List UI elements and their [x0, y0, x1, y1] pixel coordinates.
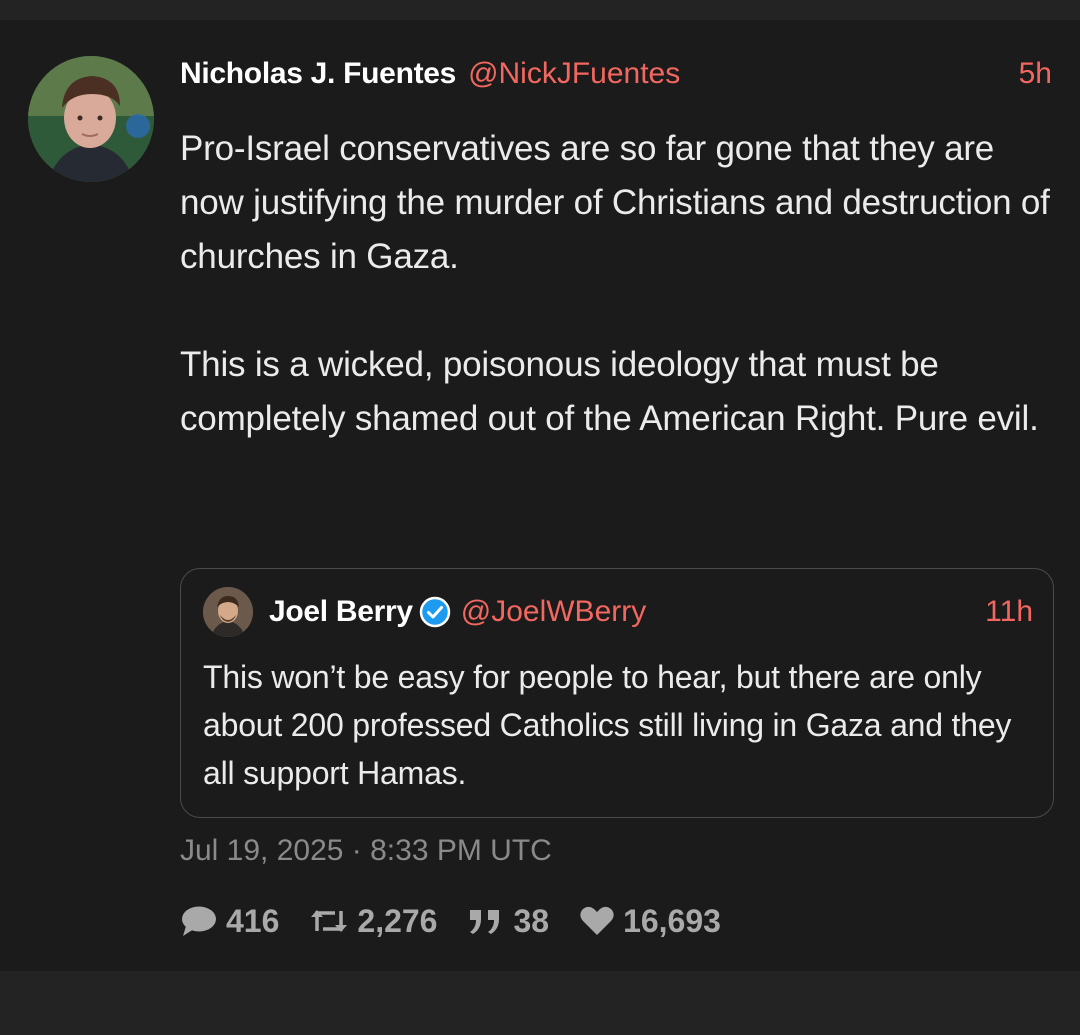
post-relative-time[interactable]: 5h [1019, 57, 1052, 91]
engagement-stats: 416 2,276 38 16,693 [180, 898, 751, 944]
quoted-post-header: Joel Berry @JoelWBerry 11h [203, 587, 1033, 637]
tweet-card: Nicholas J. Fuentes @NickJFuentes 5h Pro… [0, 20, 1080, 971]
author-avatar[interactable] [28, 56, 154, 182]
quote-stat[interactable]: 38 [467, 903, 549, 940]
quoted-post-relative-time[interactable]: 11h [985, 595, 1033, 629]
repost-stat[interactable]: 2,276 [309, 903, 437, 940]
retweet-icon [311, 910, 348, 932]
quoted-author-avatar[interactable] [203, 587, 253, 637]
quoted-author-name[interactable]: Joel Berry [269, 595, 413, 629]
quote-marks-icon [470, 910, 500, 934]
top-divider-strip [0, 0, 1080, 20]
quote-count: 38 [513, 902, 550, 939]
repost-count: 2,276 [357, 902, 438, 939]
quoted-author-handle[interactable]: @JoelWBerry [461, 595, 646, 629]
quoted-post-text: This won’t be easy for people to hear, b… [203, 659, 1012, 791]
like-stat[interactable]: 16,693 [579, 903, 721, 940]
bottom-divider-strip [0, 971, 1080, 1035]
post-paragraph: Pro-Israel conservatives are so far gone… [180, 129, 1050, 276]
like-count: 16,693 [623, 902, 721, 939]
author-name[interactable]: Nicholas J. Fuentes [180, 57, 456, 91]
reply-count: 416 [226, 902, 280, 939]
quoted-post-card[interactable]: Joel Berry @JoelWBerry 11h This won’t be… [180, 568, 1054, 818]
post-text: Pro-Israel conservatives are so far gone… [180, 122, 1060, 446]
post-paragraph: This is a wicked, poisonous ideology tha… [180, 345, 1039, 438]
post-header: Nicholas J. Fuentes @NickJFuentes 5h [180, 52, 1052, 96]
heart-icon [580, 906, 614, 935]
post-full-timestamp[interactable]: Jul 19, 2025 · 8:33 PM UTC [180, 834, 552, 868]
comment-bubble-icon [182, 906, 216, 936]
verified-check-icon [419, 596, 450, 628]
reply-stat[interactable]: 416 [180, 903, 279, 940]
author-handle[interactable]: @NickJFuentes [468, 57, 680, 91]
